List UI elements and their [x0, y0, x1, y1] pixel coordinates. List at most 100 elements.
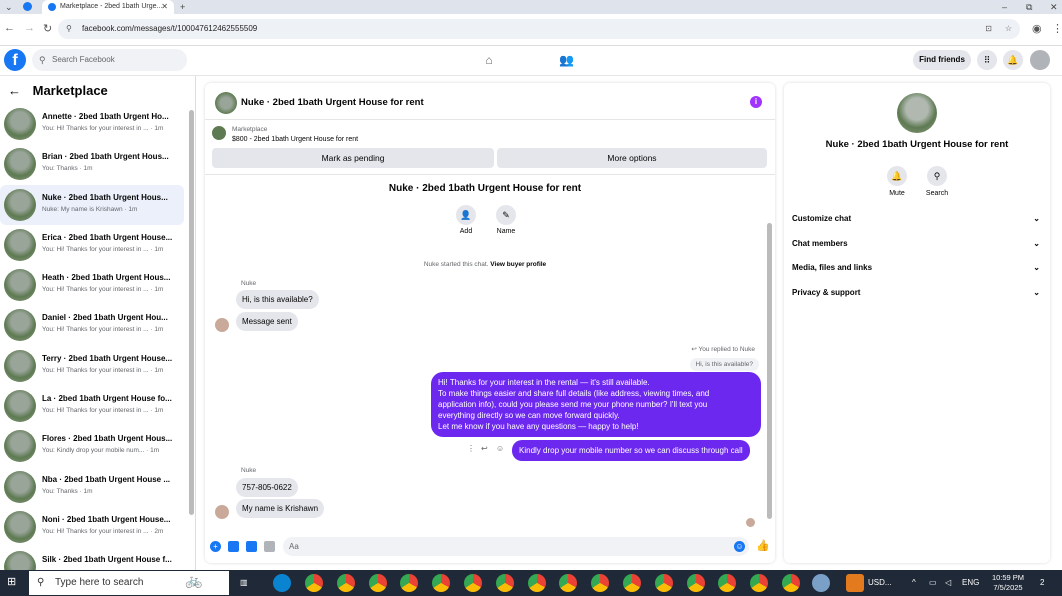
notification-count[interactable]: 2: [1040, 570, 1044, 596]
mark-as-pending-button[interactable]: Mark as pending: [212, 148, 494, 168]
plus-icon[interactable]: +: [210, 541, 221, 552]
sticker-icon[interactable]: [246, 541, 257, 552]
home-icon[interactable]: ⌂: [482, 53, 496, 67]
name-action[interactable]: ✎ Name: [491, 205, 521, 235]
chrome-icon[interactable]: [623, 574, 641, 592]
mute-action[interactable]: 🔔 Mute: [882, 166, 912, 197]
conversation-item[interactable]: Brian · 2bed 1bath Urgent Hous... You: Th…: [0, 144, 184, 184]
chrome-icon[interactable]: [400, 574, 419, 592]
chrome-icon[interactable]: [495, 574, 514, 592]
weather-icon[interactable]: [812, 574, 830, 592]
chrome-icon[interactable]: [750, 574, 769, 592]
details-avatar[interactable]: [897, 93, 937, 133]
add-action[interactable]: 👤 Add: [451, 205, 481, 235]
minimize-button[interactable]: –: [1002, 0, 1007, 14]
facebook-tab-icon[interactable]: [23, 2, 32, 11]
notifications-icon[interactable]: 🔔: [1003, 50, 1023, 70]
conversation-item[interactable]: Erica · 2bed 1bath Urgent House... You: H…: [0, 225, 184, 265]
more-icon[interactable]: ⋮: [467, 444, 475, 453]
chrome-icon[interactable]: [464, 574, 482, 592]
reload-icon[interactable]: ↻: [43, 22, 52, 35]
chrome-icon[interactable]: [527, 574, 546, 592]
chat-title[interactable]: Nuke · 2bed 1bath Urgent House for rent: [241, 97, 424, 108]
bicycle-icon[interactable]: 🚲: [185, 572, 202, 589]
conversation-item[interactable]: La · 2bed 1bath Urgent House fo... You: H…: [0, 386, 184, 426]
tab-list-icon[interactable]: ⌄: [5, 0, 13, 14]
tray-chevron-icon[interactable]: ^: [912, 570, 916, 596]
account-avatar[interactable]: [1030, 50, 1050, 70]
browser-menu-icon[interactable]: ⋮: [1052, 22, 1062, 35]
bookmark-star-icon[interactable]: ☆: [1005, 19, 1012, 39]
profile-icon[interactable]: ◉: [1032, 22, 1042, 35]
windows-start-icon[interactable]: ⊞: [7, 577, 18, 588]
facebook-search-input[interactable]: ⚲ Search Facebook: [32, 49, 187, 71]
clock[interactable]: 10:59 PM 7/5/2025: [985, 573, 1031, 593]
sender-avatar[interactable]: [215, 318, 229, 332]
battery-icon[interactable]: ▭: [929, 570, 937, 596]
message-input[interactable]: Aa: [283, 537, 749, 556]
outgoing-message[interactable]: Hi! Thanks for your interest in the rent…: [431, 372, 761, 437]
media-files-row[interactable]: Media, files and links ⌄: [792, 258, 1044, 278]
find-friends-button[interactable]: Find friends: [913, 50, 971, 70]
reply-icon[interactable]: ↩: [481, 444, 488, 453]
chrome-icon[interactable]: [718, 574, 737, 592]
emoji-icon[interactable]: ☺: [734, 541, 745, 552]
install-icon[interactable]: ⊡: [985, 19, 992, 39]
facebook-logo[interactable]: f: [4, 49, 26, 71]
back-arrow-icon[interactable]: ←: [8, 83, 21, 98]
friends-icon[interactable]: 👥: [559, 53, 574, 67]
conversation-item[interactable]: Noni · 2bed 1bath Urgent House... You: Hi…: [0, 507, 184, 547]
customize-chat-row[interactable]: Customize chat ⌄: [792, 209, 1044, 229]
listing-title[interactable]: $800 - 2bed 1bath Urgent House for rent: [232, 136, 358, 143]
info-icon[interactable]: i: [750, 96, 762, 108]
task-view-icon[interactable]: ▥: [240, 570, 248, 596]
chrome-icon[interactable]: [432, 574, 451, 592]
conversation-item[interactable]: Nuke · 2bed 1bath Urgent Hous... Nuke: My…: [0, 184, 184, 225]
incoming-message[interactable]: My name is Krishawn: [236, 499, 325, 518]
language-indicator[interactable]: ENG: [962, 570, 979, 596]
incoming-message[interactable]: Message sent: [236, 312, 298, 331]
volume-icon[interactable]: ◁: [945, 570, 951, 596]
chrome-icon[interactable]: [591, 574, 610, 592]
currency-text[interactable]: USD...: [868, 570, 892, 596]
incoming-message[interactable]: Hi, is this available?: [236, 290, 319, 309]
listing-thumbnail[interactable]: [212, 126, 226, 140]
chrome-icon[interactable]: [336, 574, 355, 592]
search-action[interactable]: ⚲ Search: [922, 166, 952, 197]
chat-members-row[interactable]: Chat members ⌄: [792, 234, 1044, 254]
quoted-message[interactable]: Hi, is this available?: [689, 358, 759, 371]
conversation-item[interactable]: Annette · 2bed 1bath Urgent Ho... You: Hi…: [0, 104, 184, 144]
react-icon[interactable]: ☺: [496, 444, 504, 453]
forward-icon[interactable]: →: [24, 22, 35, 34]
chat-avatar[interactable]: [215, 92, 237, 114]
sender-avatar[interactable]: [215, 505, 229, 519]
chrome-icon[interactable]: [654, 574, 673, 592]
outgoing-message[interactable]: Kindly drop your mobile number so we can…: [512, 440, 750, 461]
conversation-item[interactable]: Nba · 2bed 1bath Urgent House ... You: Th…: [0, 467, 184, 507]
conversation-item[interactable]: Daniel · 2bed 1bath Urgent Hou... You: Hi…: [0, 305, 184, 345]
currency-icon[interactable]: [846, 574, 864, 592]
conversation-item[interactable]: Terry · 2bed 1bath Urgent House... You: H…: [0, 346, 184, 386]
chrome-icon[interactable]: [305, 574, 323, 592]
more-options-button[interactable]: More options: [497, 148, 767, 168]
close-window-button[interactable]: ✕: [1050, 0, 1058, 14]
close-tab-icon[interactable]: ✕: [161, 0, 168, 14]
image-icon[interactable]: [228, 541, 239, 552]
back-icon[interactable]: ←: [4, 22, 15, 34]
chrome-icon[interactable]: [368, 574, 387, 592]
edge-icon[interactable]: [273, 574, 291, 592]
new-tab-button[interactable]: +: [180, 0, 185, 14]
url-bar[interactable]: ⚲ facebook.com/messages/t/10004761246255…: [58, 19, 1020, 39]
maximize-button[interactable]: ⧉: [1026, 0, 1032, 14]
browser-tab[interactable]: Marketplace - 2bed 1bath Urge... ✕: [42, 0, 174, 14]
conversation-item[interactable]: Heath · 2bed 1bath Urgent Hous... You: Hi…: [0, 265, 184, 305]
privacy-support-row[interactable]: Privacy & support ⌄: [792, 283, 1044, 303]
chrome-icon[interactable]: [559, 574, 578, 592]
menu-grid-icon[interactable]: ⠿: [977, 50, 997, 70]
conversation-item[interactable]: Flores · 2bed 1bath Urgent Hous... You: K…: [0, 426, 184, 466]
chrome-icon[interactable]: [782, 574, 800, 592]
thread-scrollbar[interactable]: [767, 223, 772, 519]
like-icon[interactable]: 👍: [756, 539, 770, 552]
gif-icon[interactable]: [264, 541, 275, 552]
incoming-message[interactable]: 757-805-0622: [236, 478, 298, 497]
